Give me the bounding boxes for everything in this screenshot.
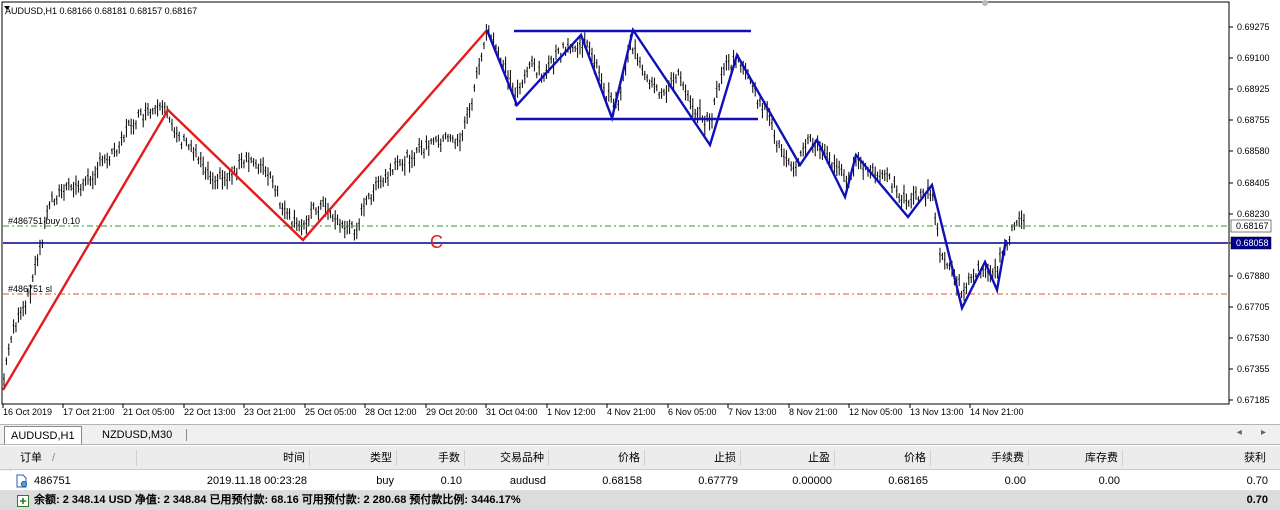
header-lots[interactable]: 手数 (410, 446, 460, 470)
header-time[interactable]: 时间 (200, 446, 305, 470)
header-sl[interactable]: 止损 (660, 446, 736, 470)
tab-audusd-h1[interactable]: AUDUSD,H1 (4, 426, 82, 444)
order-symbol: audusd (509, 475, 546, 487)
header-commission[interactable]: 手续费 (950, 446, 1024, 470)
order-open-price: 0.68158 (602, 475, 642, 487)
time-axis-label: 22 Oct 13:00 (184, 407, 236, 417)
time-axis-label: 16 Oct 2019 (3, 407, 52, 417)
header-order[interactable]: 订单 (20, 446, 42, 470)
account-summary-text: 余额: 2 348.14 USD 净值: 2 348.84 已用预付款: 68.… (34, 494, 521, 506)
symbol-header: AUDUSD,H1 0.68166 0.68181 0.68157 0.6816… (5, 6, 197, 16)
price-axis-label: 0.67705 (1237, 302, 1270, 312)
time-axis: 16 Oct 2019 17 Oct 21:00 21 Oct 05:00 22 Oc… (2, 404, 1024, 417)
price-axis-label: 0.69100 (1237, 53, 1270, 63)
orders-table-header: 订单 / 时间 类型 手数 交易品种 价格 止损 止盈 价格 手续费 库存费 获… (0, 446, 1280, 470)
order-lots: 0.10 (440, 475, 462, 487)
time-axis-label: 21 Oct 05:00 (123, 407, 175, 417)
time-axis-label: 13 Nov 13:00 (910, 407, 964, 417)
scroll-indicator (982, 0, 988, 6)
header-symbol[interactable]: 交易品种 (480, 446, 544, 470)
tab-nzdusd-m30[interactable]: NZDUSD,M30 (96, 426, 178, 444)
tab-scroll-arrows[interactable]: ◂ ▸ (1237, 427, 1274, 438)
order-current-price: 0.68165 (888, 475, 928, 487)
time-axis-label: 14 Nov 21:00 (970, 407, 1024, 417)
price-axis-label: 0.67530 (1237, 333, 1270, 343)
terminal-window: #486751 buy 0.10 #486751 sl C 0.69275 0.691… (0, 0, 1280, 510)
order-time: 2019.11.18 00:23:28 (206, 475, 307, 487)
time-axis-label: 4 Nov 21:00 (607, 407, 656, 417)
account-summary-row: 余额: 2 348.14 USD 净值: 2 348.84 已用预付款: 68.… (0, 491, 1280, 510)
price-axis-label: 0.68925 (1237, 84, 1270, 94)
expand-plus-icon[interactable] (17, 494, 29, 507)
price-axis-label: 0.67355 (1237, 364, 1270, 374)
header-current-price[interactable]: 价格 (850, 446, 926, 470)
time-axis-label: 31 Oct 04:00 (486, 407, 538, 417)
header-type[interactable]: 类型 (330, 446, 392, 470)
time-axis-label: 12 Nov 05:00 (849, 407, 903, 417)
price-axis-label: 0.68405 (1237, 178, 1270, 188)
header-tp[interactable]: 止盈 (756, 446, 830, 470)
order-type: buy (376, 475, 394, 487)
time-axis-label: 29 Oct 20:00 (426, 407, 478, 417)
order-take-profit: 0.00000 (792, 475, 832, 487)
annotation-c: C (430, 232, 443, 252)
time-axis-label: 25 Oct 05:00 (305, 407, 357, 417)
header-swap[interactable]: 库存费 (1040, 446, 1118, 470)
header-profit[interactable]: 获利 (1190, 446, 1266, 470)
price-axis-label: 0.68580 (1237, 146, 1270, 156)
order-document-icon (16, 474, 28, 488)
order-stop-loss: 0.67779 (698, 475, 738, 487)
header-price[interactable]: 价格 (570, 446, 640, 470)
order-row[interactable]: 486751 2019.11.18 00:23:28 buy 0.10 audu… (0, 471, 1280, 491)
order-id: 486751 (34, 475, 71, 487)
price-axis: 0.69275 0.69100 0.68925 0.68755 0.68580 0.684… (1229, 22, 1272, 405)
time-axis-label: 23 Oct 21:00 (244, 407, 296, 417)
plot-frame (1, 1, 1230, 405)
chart-tabs: AUDUSD,H1 NZDUSD,M30 ◂ ▸ (0, 424, 1280, 445)
order-swap: 0.00 (1098, 475, 1120, 487)
line-price-tag: 0.68058 (1236, 238, 1269, 248)
price-axis-label: 0.68230 (1237, 209, 1270, 219)
order-sl-label: #486751 sl (8, 284, 52, 294)
chart-canvas[interactable]: #486751 buy 0.10 #486751 sl C 0.69275 0.691… (0, 0, 1280, 422)
summary-profit: 0.70 (1246, 494, 1268, 506)
price-axis-label: 0.68755 (1237, 115, 1270, 125)
time-axis-label: 28 Oct 12:00 (365, 407, 417, 417)
price-chart[interactable]: #486751 buy 0.10 #486751 sl C 0.69275 0.691… (0, 0, 1280, 422)
time-axis-label: 17 Oct 21:00 (63, 407, 115, 417)
time-axis-label: 8 Nov 21:00 (789, 407, 838, 417)
price-axis-label: 0.67880 (1237, 271, 1270, 281)
time-axis-label: 7 Nov 13:00 (728, 407, 777, 417)
price-axis-label: 0.67185 (1237, 395, 1270, 405)
order-commission: 0.00 (1004, 475, 1026, 487)
time-axis-label: 1 Nov 12:00 (547, 407, 596, 417)
order-entry-label: #486751 buy 0.10 (8, 216, 80, 226)
current-price-tag: 0.68167 (1236, 221, 1269, 231)
order-profit: 0.70 (1246, 475, 1268, 487)
price-axis-label: 0.69275 (1237, 22, 1270, 32)
header-sort-icon[interactable]: / (52, 446, 55, 470)
tab-separator (186, 429, 187, 441)
time-axis-label: 6 Nov 05:00 (668, 407, 717, 417)
